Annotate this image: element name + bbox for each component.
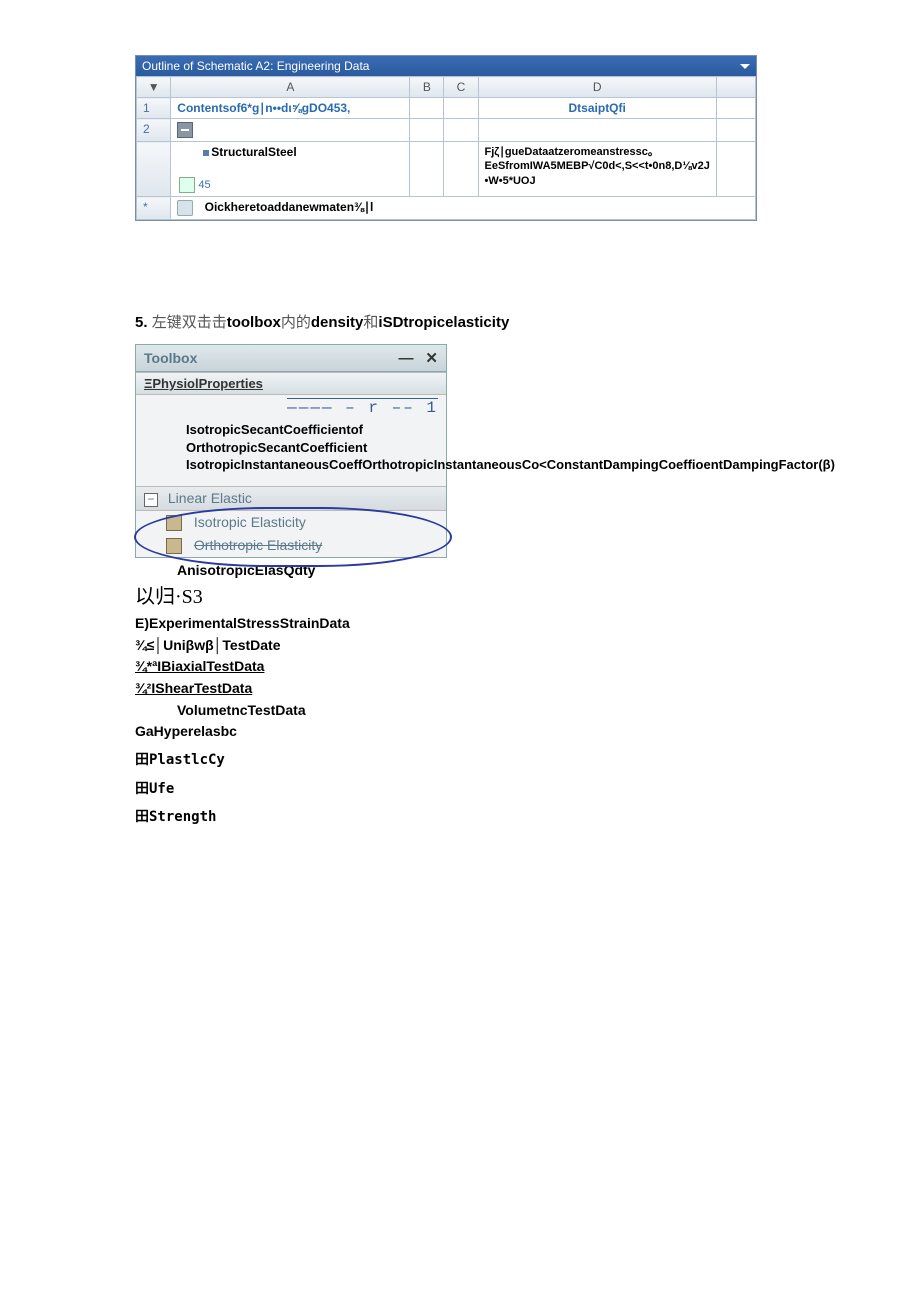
cell-b3 — [410, 142, 444, 197]
table-row: * Oickheretoaddanewmaten⅜∣l — [137, 197, 756, 220]
plasticity-header[interactable]: 田PlastlcCy — [135, 749, 785, 772]
add-material-cell[interactable]: Oickheretoaddanewmaten⅜∣l — [171, 197, 756, 220]
close-icon[interactable]: ✕ — [425, 350, 438, 367]
anisotropic-item[interactable]: AnisotropicElasQdty — [135, 560, 785, 582]
linear-elastic-group: − Linear Elastic Isotropic Elasticity Or… — [136, 486, 446, 558]
structural-steel-label: StructuralSteel — [211, 145, 296, 159]
step-5-text: 5. 左键双击击toolbox内的density和iSDtropicelasti… — [135, 311, 785, 332]
header-row: ▼ A B C D — [137, 77, 756, 98]
step-pre: 左键双击击 — [152, 314, 227, 331]
step-mid: 内的 — [281, 314, 311, 331]
property-icon — [166, 538, 182, 554]
cell-d2 — [478, 119, 716, 142]
outline-grid: ▼ A B C D 1 Contentsof6*g∣n••dι⅝gDO453, … — [136, 76, 756, 220]
refresh-icon[interactable] — [179, 177, 195, 193]
property-icon — [166, 515, 182, 531]
cell-c1 — [444, 98, 478, 119]
add-material-label: Oickheretoaddanewmaten⅜∣l — [205, 200, 374, 214]
col-b[interactable]: B — [410, 77, 444, 98]
uniaxial-test-item[interactable]: ¾≤│Uniβwβ│TestDate — [135, 635, 785, 657]
badge-45: 45 — [198, 179, 210, 191]
cell-e3 — [716, 142, 755, 197]
structural-steel-cell[interactable]: StructuralSteel 45 — [171, 142, 410, 197]
col-a[interactable]: A — [171, 77, 410, 98]
col-c[interactable]: C — [444, 77, 478, 98]
physical-properties-label: ΞPhysiolProperties — [144, 376, 263, 391]
add-icon[interactable] — [177, 200, 193, 216]
toolbox-overflow: AnisotropicElasQdty 以归·S3 E)Experimental… — [135, 560, 785, 829]
contents-cell[interactable]: Contentsof6*g∣n••dι⅝gDO453, — [171, 98, 410, 119]
step-t2: density — [311, 314, 364, 331]
orthotropic-elasticity-item[interactable]: Orthotropic Elasticity — [136, 534, 446, 557]
toolbox-title: Toolbox — [144, 350, 197, 366]
step-t1: toolbox — [227, 314, 281, 331]
step-and: 和 — [363, 314, 378, 331]
desc-header: DtsaiptQfi — [478, 98, 716, 119]
cell-c3 — [444, 142, 478, 197]
cell-b1 — [410, 98, 444, 119]
structural-desc: Fjζ∣gueDataatzeromeanstressc。EeSfromIWA5… — [478, 142, 716, 197]
hyperelastic-header[interactable]: GaHyperelasbc — [135, 721, 785, 743]
orthotropic-elasticity-label: Orthotropic Elasticity — [194, 537, 322, 553]
minimize-icon[interactable]: — — [399, 350, 414, 367]
toolbox-titlebar: Toolbox — ✕ — [136, 345, 446, 372]
table-row: 1 Contentsof6*g∣n••dι⅝gDO453, DtsaiptQfi — [137, 98, 756, 119]
shear-test-item[interactable]: ¾²IShearTestData — [135, 678, 785, 700]
biaxial-test-item[interactable]: ¾*ªIBiaxialTestData — [135, 656, 785, 678]
outline-panel: Outline of Schematic A2: Engineering Dat… — [135, 55, 757, 221]
experimental-data-header[interactable]: E)ExperimentalStressStrainData — [135, 613, 785, 635]
outline-titlebar: Outline of Schematic A2: Engineering Dat… — [136, 56, 756, 76]
table-row: StructuralSteel 45 Fjζ∣gueDataatzeromean… — [137, 142, 756, 197]
placeholder-line: ———— – r –– 1 — [136, 395, 446, 417]
col-e — [716, 77, 755, 98]
isotropic-elasticity-label: Isotropic Elasticity — [194, 514, 306, 530]
minus-icon[interactable] — [177, 122, 193, 138]
table-row: 2 — [137, 119, 756, 142]
rownum-star: * — [137, 197, 171, 220]
isotropic-elasticity-item[interactable]: Isotropic Elasticity — [136, 511, 446, 534]
dropdown-icon[interactable] — [740, 64, 750, 69]
collapse-cell[interactable] — [171, 119, 410, 142]
linear-elastic-label: Linear Elastic — [168, 490, 252, 506]
strength-header[interactable]: 田Strength — [135, 806, 785, 829]
bullet-icon — [203, 150, 209, 156]
life-header[interactable]: 田Ufe — [135, 778, 785, 801]
rownum-blank — [137, 142, 171, 197]
col-d[interactable]: D — [478, 77, 716, 98]
cell-b2 — [410, 119, 444, 142]
corner-cell[interactable]: ▼ — [137, 77, 171, 98]
step-num: 5. — [135, 314, 148, 331]
cell-e2 — [716, 119, 755, 142]
outline-title-text: Outline of Schematic A2: Engineering Dat… — [142, 59, 369, 73]
volumetric-test-item[interactable]: VolumetncTestData — [135, 700, 785, 722]
collapse-icon[interactable]: − — [144, 493, 158, 507]
rownum-1: 1 — [137, 98, 171, 119]
physical-properties-header[interactable]: ΞPhysiolProperties — [136, 372, 446, 395]
cell-e1 — [716, 98, 755, 119]
linear-elastic-header[interactable]: − Linear Elastic — [136, 486, 446, 511]
cjk-line: 以归·S3 — [135, 582, 785, 613]
cell-c2 — [444, 119, 478, 142]
physical-property-items[interactable]: IsotropicSecantCoefficientof Orthotropic… — [136, 417, 446, 486]
toolbox-panel: Toolbox — ✕ ΞPhysiolProperties ———— – r … — [135, 344, 447, 558]
rownum-2: 2 — [137, 119, 171, 142]
step-t3: iSDtropicelasticity — [378, 314, 509, 331]
